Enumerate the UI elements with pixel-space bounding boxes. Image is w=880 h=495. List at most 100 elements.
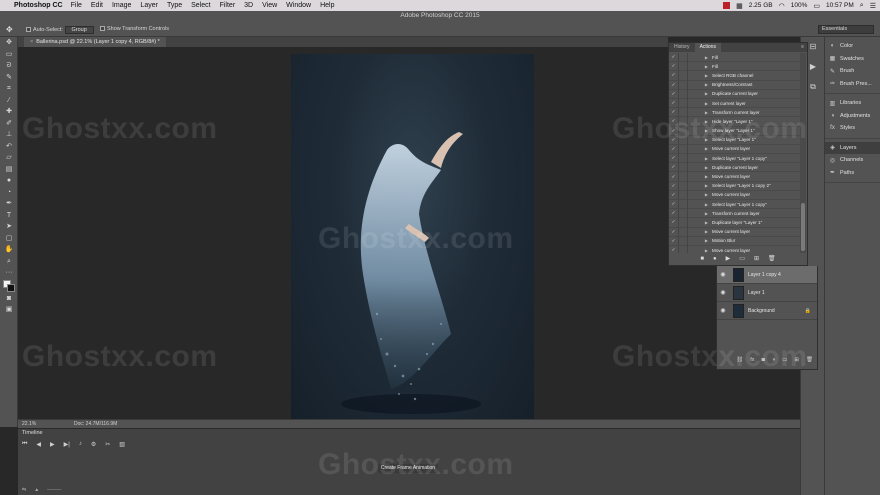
action-step[interactable]: ✓ ▶ Duplicate current layer bbox=[669, 162, 801, 173]
new-group-icon[interactable]: ▭ bbox=[782, 355, 787, 365]
toggle-item-check-icon[interactable]: ✓ bbox=[669, 82, 678, 88]
action-step[interactable]: ✓ ▶ Hide layer "Layer 1" bbox=[669, 116, 801, 127]
toggle-item-check-icon[interactable]: ✓ bbox=[669, 229, 678, 235]
auto-select-dropdown[interactable]: Group bbox=[64, 26, 94, 34]
zoom-readout[interactable]: 22.1% bbox=[22, 420, 36, 428]
dialog-toggle[interactable] bbox=[678, 208, 688, 218]
move-tool-button[interactable]: ✥ bbox=[0, 37, 18, 49]
expand-triangle-icon[interactable]: ▶ bbox=[688, 183, 712, 188]
quick-mask-button[interactable]: ◙ bbox=[0, 293, 18, 305]
action-step[interactable]: ✓ ▶ Move current layer bbox=[669, 227, 801, 237]
zoom-slider[interactable]: ──── bbox=[47, 487, 61, 493]
action-step[interactable]: ✓ ▶ Show layer "Layer 1" bbox=[669, 126, 801, 136]
transition-icon[interactable]: ▧ bbox=[119, 441, 125, 450]
notification-center-icon[interactable]: ☰ bbox=[870, 2, 876, 10]
eraser-tool-button[interactable]: ▱ bbox=[0, 152, 18, 164]
dialog-toggle[interactable] bbox=[678, 98, 688, 108]
expand-triangle-icon[interactable]: ▶ bbox=[688, 220, 712, 225]
wifi-icon[interactable]: ◠ bbox=[779, 2, 785, 10]
dialog-toggle[interactable] bbox=[678, 153, 688, 163]
menu-3d[interactable]: 3D bbox=[244, 2, 253, 9]
new-layer-icon[interactable]: ⊞ bbox=[794, 355, 799, 365]
zoom-tool-button[interactable]: ⌕ bbox=[0, 256, 18, 268]
dialog-toggle[interactable] bbox=[678, 80, 688, 90]
dialog-toggle[interactable] bbox=[678, 61, 688, 71]
action-step[interactable]: ✓ ▶ Move current layer bbox=[669, 171, 801, 182]
expand-triangle-icon[interactable]: ▶ bbox=[688, 64, 712, 69]
expand-triangle-icon[interactable]: ▶ bbox=[688, 192, 712, 197]
action-step[interactable]: ✓ ▶ Select layer "Layer 1 copy" bbox=[669, 153, 801, 164]
zoom-out-icon[interactable]: ▲ bbox=[34, 487, 39, 493]
crop-tool-button[interactable]: ⌗ bbox=[0, 83, 18, 95]
type-tool-button[interactable]: T bbox=[0, 210, 18, 222]
toggle-item-check-icon[interactable]: ✓ bbox=[669, 238, 678, 244]
healing-tool-button[interactable]: ✚ bbox=[0, 106, 18, 118]
record-icon[interactable]: ● bbox=[713, 253, 717, 265]
expand-triangle-icon[interactable]: ▶ bbox=[688, 73, 712, 78]
action-step[interactable]: ✓ ▶ Motion Blur bbox=[669, 236, 801, 246]
dock-item-adjustments[interactable]: ◑ Adjustments bbox=[825, 110, 880, 123]
action-step[interactable]: ✓ ▶ Select layer "Layer 1 copy" bbox=[669, 199, 801, 210]
prev-frame-icon[interactable]: ◀ bbox=[36, 441, 41, 450]
history-brush-tool-button[interactable]: ↶ bbox=[0, 141, 18, 153]
toggle-item-check-icon[interactable]: ✓ bbox=[669, 91, 678, 97]
layer-name[interactable]: Background bbox=[748, 308, 775, 314]
menu-type[interactable]: Type bbox=[167, 2, 182, 9]
dialog-toggle[interactable] bbox=[678, 190, 688, 200]
toggle-item-check-icon[interactable]: ✓ bbox=[669, 54, 678, 60]
audio-icon[interactable]: ♪ bbox=[79, 441, 82, 450]
dock-item-channels[interactable]: ◎ Channels bbox=[825, 154, 880, 167]
expand-triangle-icon[interactable]: ▶ bbox=[688, 110, 712, 115]
dock-item-color[interactable]: ◐ Color bbox=[825, 40, 880, 53]
layer-row[interactable]: ◉ Layer 1 bbox=[717, 284, 817, 302]
action-list-scrollbar[interactable] bbox=[800, 53, 806, 253]
dialog-toggle[interactable] bbox=[678, 107, 688, 117]
clone-stamp-tool-button[interactable]: ⊥ bbox=[0, 129, 18, 141]
dodge-tool-button[interactable]: ◔ bbox=[0, 187, 18, 199]
expand-triangle-icon[interactable]: ▶ bbox=[688, 165, 712, 170]
menu-select[interactable]: Select bbox=[191, 2, 210, 9]
auto-select-checkbox[interactable] bbox=[26, 27, 31, 33]
shape-tool-button[interactable]: ▢ bbox=[0, 233, 18, 245]
panel-menu-icon[interactable]: ≡ bbox=[801, 43, 807, 52]
dialog-toggle[interactable] bbox=[678, 181, 688, 191]
expand-triangle-icon[interactable]: ▶ bbox=[688, 229, 712, 234]
gradient-tool-button[interactable]: ▤ bbox=[0, 164, 18, 176]
dialog-toggle[interactable] bbox=[678, 245, 688, 253]
doc-size-readout[interactable]: Doc: 24.7M/116.9M bbox=[74, 420, 117, 428]
action-step[interactable]: ✓ ▶ Move current layer bbox=[669, 190, 801, 200]
battery-icon[interactable]: ▭ bbox=[813, 2, 820, 10]
menu-window[interactable]: Window bbox=[286, 2, 311, 9]
dock-item-libraries[interactable]: ▥ Libraries bbox=[825, 97, 880, 110]
menu-layer[interactable]: Layer bbox=[140, 2, 158, 9]
visibility-eye-icon[interactable]: ◉ bbox=[717, 289, 729, 296]
action-step[interactable]: ✓ ▶ Transform current layer bbox=[669, 107, 801, 118]
visibility-eye-icon[interactable]: ◉ bbox=[717, 307, 729, 314]
move-tool-icon[interactable]: ✥ bbox=[6, 25, 13, 34]
expand-triangle-icon[interactable]: ▶ bbox=[688, 55, 712, 60]
layer-style-icon[interactable]: fx bbox=[750, 355, 754, 365]
visibility-eye-icon[interactable]: ◉ bbox=[717, 271, 729, 278]
toggle-item-check-icon[interactable]: ✓ bbox=[669, 146, 678, 152]
expand-triangle-icon[interactable]: ▶ bbox=[688, 156, 712, 161]
toggle-item-check-icon[interactable]: ✓ bbox=[669, 72, 678, 78]
dock-item-layers[interactable]: ◈ Layers bbox=[825, 141, 880, 154]
expand-triangle-icon[interactable]: ▶ bbox=[688, 174, 712, 179]
dialog-toggle[interactable] bbox=[678, 53, 688, 62]
expand-triangle-icon[interactable]: ▶ bbox=[688, 238, 712, 243]
menu-help[interactable]: Help bbox=[320, 2, 334, 9]
toggle-item-check-icon[interactable]: ✓ bbox=[669, 63, 678, 69]
toggle-item-check-icon[interactable]: ✓ bbox=[669, 128, 678, 134]
menu-edit[interactable]: Edit bbox=[91, 2, 103, 9]
toggle-item-check-icon[interactable]: ✓ bbox=[669, 201, 678, 207]
action-step[interactable]: ✓ ▶ Transform current layer bbox=[669, 208, 801, 219]
screen-mode-button[interactable]: ▣ bbox=[0, 304, 18, 316]
dialog-toggle[interactable] bbox=[678, 171, 688, 182]
recording-icon[interactable] bbox=[723, 2, 731, 9]
action-step[interactable]: ✓ ▶ Duplicate current layer bbox=[669, 89, 801, 99]
action-step[interactable]: ✓ ▶ Select layer "Layer 1" bbox=[669, 135, 801, 145]
next-frame-icon[interactable]: ▶| bbox=[64, 441, 70, 450]
clock[interactable]: 10:57 PM bbox=[826, 2, 854, 9]
dialog-toggle[interactable] bbox=[678, 217, 688, 228]
dialog-toggle[interactable] bbox=[678, 126, 688, 136]
